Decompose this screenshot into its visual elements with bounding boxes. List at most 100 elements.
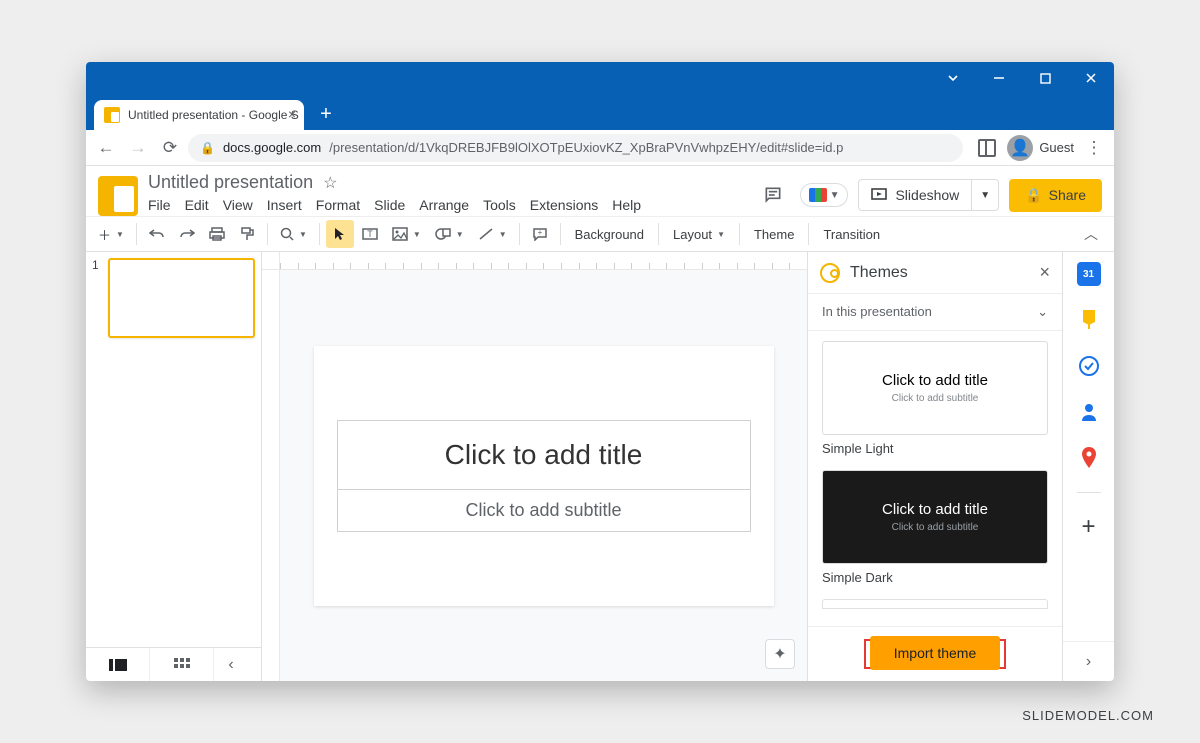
theme-card-title: Click to add title [833, 372, 1037, 389]
toolbar: ＋▼ ▼ T ▼ ▼ ▼ + Background Layout▼ Theme … [86, 216, 1114, 252]
background-button[interactable]: Background [567, 220, 652, 248]
meet-button[interactable]: ▼ [800, 183, 849, 207]
palette-icon [820, 263, 840, 283]
nav-back-button[interactable]: ← [92, 134, 120, 162]
annotation-highlight: Import theme [864, 639, 1006, 669]
grid-view-button[interactable] [150, 648, 214, 682]
svg-text:T: T [367, 229, 373, 239]
image-tool[interactable]: ▼ [386, 220, 427, 248]
filmstrip-view-button[interactable] [86, 648, 150, 682]
panel-toggle-icon[interactable] [973, 134, 1001, 162]
maps-icon[interactable] [1077, 446, 1101, 470]
redo-button[interactable] [173, 220, 201, 248]
menu-view[interactable]: View [223, 197, 253, 213]
textbox-tool[interactable]: T [356, 220, 384, 248]
tasks-icon[interactable] [1077, 354, 1101, 378]
url-input[interactable]: 🔒 docs.google.com/presentation/d/1VkqDRE… [188, 134, 963, 162]
menu-arrange[interactable]: Arrange [419, 197, 469, 213]
separator [658, 223, 659, 245]
shape-tool[interactable]: ▼ [429, 220, 470, 248]
menu-insert[interactable]: Insert [267, 197, 302, 213]
calendar-icon[interactable]: 31 [1077, 262, 1101, 286]
undo-button[interactable] [143, 220, 171, 248]
select-tool[interactable] [326, 220, 354, 248]
menu-format[interactable]: Format [316, 197, 360, 213]
chevron-down-icon: ⌄ [1037, 304, 1048, 320]
addons-button[interactable]: + [1077, 515, 1101, 539]
transition-button[interactable]: Transition [815, 220, 888, 248]
profile-button[interactable]: 👤 Guest [1007, 135, 1074, 161]
document-title[interactable]: Untitled presentation [148, 172, 313, 193]
theme-card-subtitle: Click to add subtitle [833, 393, 1037, 404]
side-rail: 31 + › [1062, 252, 1114, 681]
theme-card-title: Click to add title [833, 501, 1037, 518]
themes-panel-title: Themes [850, 264, 1029, 282]
window-titlebar [86, 62, 1114, 94]
zoom-button[interactable]: ▼ [274, 220, 313, 248]
star-icon[interactable]: ☆ [323, 173, 337, 193]
tab-close-icon[interactable]: × [288, 107, 296, 121]
address-bar: ← → ⟳ 🔒 docs.google.com/presentation/d/1… [86, 130, 1114, 166]
browser-tab[interactable]: Untitled presentation - Google S × [94, 100, 304, 130]
horizontal-ruler [280, 252, 807, 270]
browser-window: Untitled presentation - Google S × + ← →… [86, 62, 1114, 681]
nav-reload-button[interactable]: ⟳ [156, 134, 184, 162]
menu-extensions[interactable]: Extensions [530, 197, 598, 213]
nav-forward-button[interactable]: → [124, 134, 152, 162]
lock-icon: 🔒 [1025, 187, 1042, 204]
title-placeholder[interactable]: Click to add title [337, 420, 751, 490]
slideshow-dropdown[interactable]: ▼ [972, 179, 999, 211]
comment-tool[interactable]: + [526, 220, 554, 248]
theme-name-label: Simple Light [822, 441, 1048, 456]
theme-card-simple-light[interactable]: Click to add title Click to add subtitle [822, 341, 1048, 435]
menu-slide[interactable]: Slide [374, 197, 405, 213]
window-maximize-button[interactable] [1022, 62, 1068, 94]
window-minimize-button[interactable] [976, 62, 1022, 94]
slides-favicon-icon [104, 107, 120, 123]
new-tab-button[interactable]: + [312, 100, 340, 128]
window-close-button[interactable] [1068, 62, 1114, 94]
new-slide-button[interactable]: ＋▼ [92, 220, 130, 248]
url-domain: docs.google.com [223, 140, 321, 155]
canvas[interactable]: Click to add title Click to add subtitle… [280, 270, 807, 681]
theme-button[interactable]: Theme [746, 220, 802, 248]
watermark: SLIDEMODEL.COM [1022, 708, 1154, 723]
slides-logo-icon[interactable] [98, 176, 138, 216]
browser-tabstrip: Untitled presentation - Google S × + [86, 94, 1114, 130]
separator [739, 223, 740, 245]
explore-button[interactable]: ✦ [765, 639, 795, 669]
slide-number: 1 [92, 258, 102, 338]
slideshow-button[interactable]: Slideshow [858, 179, 972, 211]
menu-tools[interactable]: Tools [483, 197, 516, 213]
layout-button[interactable]: Layout▼ [665, 220, 733, 248]
share-button[interactable]: 🔒 Share [1009, 179, 1102, 212]
themes-section-toggle[interactable]: In this presentation ⌄ [808, 294, 1062, 331]
slide-thumbnail[interactable] [108, 258, 255, 338]
slide[interactable]: Click to add title Click to add subtitle [314, 346, 774, 606]
separator [560, 223, 561, 245]
svg-text:+: + [537, 228, 542, 237]
toolbar-collapse-icon[interactable]: ︿ [1074, 224, 1108, 244]
filmstrip-collapse-icon[interactable]: ‹ [214, 656, 248, 674]
slideshow-label: Slideshow [895, 187, 959, 203]
paint-format-button[interactable] [233, 220, 261, 248]
comments-icon[interactable] [756, 178, 790, 212]
keep-icon[interactable] [1077, 308, 1101, 332]
themes-close-button[interactable]: × [1039, 262, 1050, 283]
rail-collapse-icon[interactable]: › [1063, 641, 1114, 681]
menu-edit[interactable]: Edit [185, 197, 209, 213]
subtitle-placeholder[interactable]: Click to add subtitle [337, 490, 751, 532]
vertical-ruler [262, 270, 280, 681]
contacts-icon[interactable] [1077, 400, 1101, 424]
app-body: 1 ‹ [86, 252, 1114, 681]
import-theme-button[interactable]: Import theme [870, 636, 1000, 670]
kebab-menu-button[interactable]: ⋮ [1080, 134, 1108, 162]
window-chevron-icon[interactable] [930, 62, 976, 94]
line-tool[interactable]: ▼ [472, 220, 513, 248]
menu-file[interactable]: File [148, 197, 171, 213]
menu-help[interactable]: Help [612, 197, 641, 213]
filmstrip: 1 [86, 252, 261, 647]
theme-card-simple-dark[interactable]: Click to add title Click to add subtitle [822, 470, 1048, 564]
url-path: /presentation/d/1VkqDREBJFB9lOlXOTpEUxio… [329, 140, 843, 155]
print-button[interactable] [203, 220, 231, 248]
